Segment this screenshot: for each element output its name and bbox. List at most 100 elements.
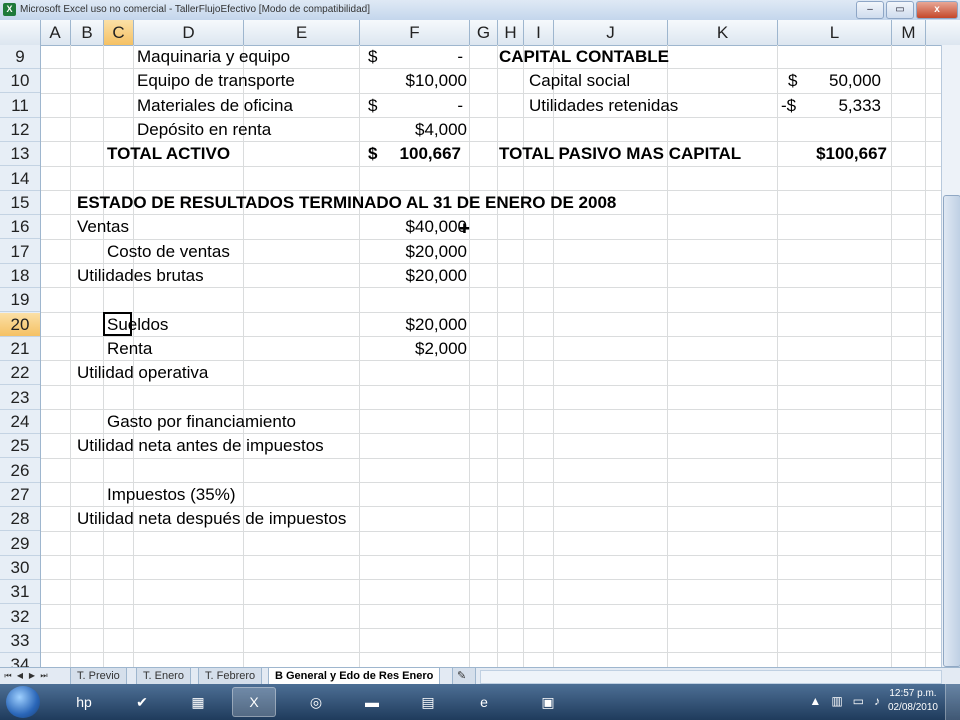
cell-b28[interactable]: Utilidad neta después de impuestos	[77, 507, 346, 531]
monitor-icon[interactable]: ▭	[853, 694, 864, 708]
cell-b18[interactable]: Utilidades brutas	[77, 264, 204, 288]
clock[interactable]: 12:57 p.m. 02/08/2010	[888, 687, 938, 715]
start-button[interactable]	[6, 686, 40, 718]
cell-f21[interactable]: $2,000	[371, 337, 467, 361]
calculator-icon[interactable]: ▦	[176, 687, 220, 717]
cell-d12[interactable]: Depósito en renta	[137, 118, 271, 142]
row-header[interactable]: 16	[0, 215, 40, 239]
cell-l13[interactable]: $100,667	[791, 142, 887, 166]
cell-b16[interactable]: Ventas	[77, 215, 129, 239]
column-header-k[interactable]: K	[668, 20, 778, 45]
cell-d11[interactable]: Materiales de oficina	[137, 94, 293, 118]
row-header[interactable]: 18	[0, 264, 40, 288]
horizontal-scrollbar[interactable]	[480, 670, 942, 684]
row-header[interactable]: 15	[0, 191, 40, 215]
column-header-m[interactable]: M	[892, 20, 926, 45]
cell-f16[interactable]: $40,000	[371, 215, 467, 239]
cell-f13[interactable]: 100,667	[371, 142, 461, 166]
row-header[interactable]: 34	[0, 653, 40, 667]
column-header-g[interactable]: G	[470, 20, 498, 45]
close-button[interactable]: x	[916, 1, 958, 19]
row-header[interactable]: 25	[0, 434, 40, 458]
image-viewer-icon[interactable]: ▤	[406, 687, 450, 717]
cell-l10[interactable]: 50,000	[801, 69, 881, 93]
minimize-button[interactable]: –	[856, 1, 884, 19]
hp-icon[interactable]: hp	[62, 687, 106, 717]
next-sheet-icon[interactable]: ▶	[26, 669, 38, 683]
column-header-a[interactable]: A	[40, 20, 71, 45]
cell-c24[interactable]: Gasto por financiamiento	[107, 410, 296, 434]
column-header-d[interactable]: D	[134, 20, 244, 45]
cell-f10[interactable]: $10,000	[371, 69, 467, 93]
cell-f17[interactable]: $20,000	[371, 240, 467, 264]
cell-l11[interactable]: 5,333	[801, 94, 881, 118]
tab-t-febrero[interactable]: T. Febrero	[198, 668, 263, 685]
cell-d9[interactable]: Maquinaria y equipo	[137, 45, 290, 69]
column-header-j[interactable]: J	[554, 20, 668, 45]
row-header[interactable]: 14	[0, 167, 40, 191]
media-icon[interactable]: ◎	[294, 687, 338, 717]
cell-f12[interactable]: $4,000	[371, 118, 467, 142]
column-header-b[interactable]: B	[71, 20, 104, 45]
insert-sheet-icon[interactable]: ✎	[452, 668, 476, 685]
column-header-l[interactable]: L	[778, 20, 892, 45]
last-sheet-icon[interactable]: ⏭	[38, 669, 50, 683]
column-header-e[interactable]: E	[244, 20, 360, 45]
row-header[interactable]: 32	[0, 605, 40, 629]
row-header[interactable]: 19	[0, 288, 40, 312]
cell-c13[interactable]: TOTAL ACTIVO	[107, 142, 230, 166]
excel-taskbar-icon[interactable]: X	[232, 687, 276, 717]
vertical-scrollbar[interactable]	[941, 45, 960, 667]
select-all-corner[interactable]	[0, 20, 41, 45]
volume-icon[interactable]: ♪	[874, 694, 880, 708]
column-header-h[interactable]: H	[498, 20, 524, 45]
cell-b25[interactable]: Utilidad neta antes de impuestos	[77, 434, 324, 458]
cell-f18[interactable]: $20,000	[371, 264, 467, 288]
row-header[interactable]: 11	[0, 94, 40, 118]
cell-j11[interactable]: Utilidades retenidas	[529, 94, 678, 118]
row-header[interactable]: 33	[0, 629, 40, 653]
cell-d10[interactable]: Equipo de transporte	[137, 69, 295, 93]
cell-f9[interactable]: -	[371, 45, 463, 69]
cell-b22[interactable]: Utilidad operativa	[77, 361, 208, 385]
worksheet-grid[interactable]: Maquinaria y equipo $ - CAPITAL CONTABLE…	[41, 45, 941, 667]
row-header-selected[interactable]: 20	[0, 313, 40, 337]
row-header[interactable]: 17	[0, 240, 40, 264]
folder-icon[interactable]: ▬	[350, 687, 394, 717]
tab-t-enero[interactable]: T. Enero	[136, 668, 191, 685]
cell-c27[interactable]: Impuestos (35%)	[107, 483, 236, 507]
network-icon[interactable]: ▥	[831, 694, 842, 708]
cell-f20[interactable]: $20,000	[371, 313, 467, 337]
show-desktop-button[interactable]	[945, 684, 960, 720]
row-header[interactable]: 21	[0, 337, 40, 361]
row-header[interactable]: 23	[0, 386, 40, 410]
row-header[interactable]: 10	[0, 69, 40, 93]
vertical-scroll-thumb[interactable]	[943, 195, 960, 667]
row-header[interactable]: 28	[0, 507, 40, 531]
active-cell-selection[interactable]	[103, 312, 132, 336]
film-icon[interactable]: ▣	[526, 687, 570, 717]
column-header-c[interactable]: C	[104, 20, 134, 45]
row-header[interactable]: 29	[0, 532, 40, 556]
first-sheet-icon[interactable]: ⏮	[2, 669, 14, 683]
row-header[interactable]: 24	[0, 410, 40, 434]
cell-j10[interactable]: Capital social	[529, 69, 630, 93]
cell-h13[interactable]: TOTAL PASIVO MAS CAPITAL	[499, 142, 741, 166]
row-header[interactable]: 26	[0, 459, 40, 483]
row-header[interactable]: 9	[0, 45, 40, 69]
prev-sheet-icon[interactable]: ◀	[14, 669, 26, 683]
column-header-f[interactable]: F	[360, 20, 470, 45]
row-header[interactable]: 30	[0, 556, 40, 580]
row-header[interactable]: 27	[0, 483, 40, 507]
row-header[interactable]: 13	[0, 142, 40, 166]
show-hidden-icons-icon[interactable]: ▲	[809, 694, 821, 708]
cell-f11[interactable]: -	[371, 94, 463, 118]
checkmark-app-icon[interactable]: ✔	[120, 687, 164, 717]
row-header[interactable]: 12	[0, 118, 40, 142]
row-header[interactable]: 31	[0, 580, 40, 604]
cell-b15[interactable]: ESTADO DE RESULTADOS TERMINADO AL 31 DE …	[77, 191, 616, 215]
tab-b-general[interactable]: B General y Edo de Res Enero	[268, 668, 441, 685]
cell-h9[interactable]: CAPITAL CONTABLE	[499, 45, 669, 69]
cell-c17[interactable]: Costo de ventas	[107, 240, 230, 264]
tab-t-previo[interactable]: T. Previo	[70, 668, 127, 685]
